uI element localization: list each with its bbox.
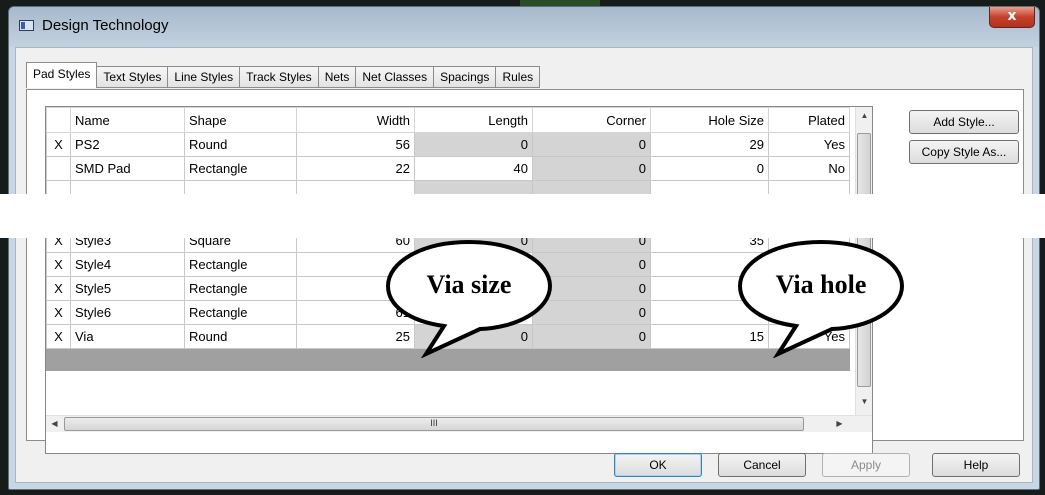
cell-name[interactable]: Style6 [70,300,185,325]
via-hole-callout: Via hole [736,238,906,359]
table-row[interactable]: SMD Pad Rectangle 22 40 0 0 No [46,156,850,181]
cell-width[interactable]: 56 [296,132,415,157]
cell-name[interactable]: SMD Pad [70,156,185,181]
apply-button[interactable]: Apply [822,453,910,477]
cell-plated[interactable]: No [768,156,850,181]
ok-button[interactable]: OK [614,453,702,477]
cell-plated[interactable]: Yes [768,132,850,157]
cell-name[interactable]: Style5 [70,276,185,301]
title-bar[interactable]: Design Technology x [9,7,1039,47]
col-name[interactable]: Name [70,107,185,133]
tab-pad-styles[interactable]: Pad Styles [26,62,98,88]
scroll-down-icon[interactable]: ▼ [856,397,872,406]
col-corner[interactable]: Corner [532,107,651,133]
col-shape[interactable]: Shape [184,107,297,133]
cell-shape[interactable]: Round [184,324,297,349]
app-icon [19,20,34,31]
scroll-left-icon[interactable]: ◀ [46,419,63,428]
scroll-up-icon[interactable]: ▲ [856,111,872,120]
col-length[interactable]: Length [414,107,533,133]
via-size-callout: Via size [384,238,554,359]
cell-corner: 0 [532,132,651,157]
tab-track-styles[interactable]: Track Styles [240,66,319,88]
copy-style-as-button[interactable]: Copy Style As... [909,140,1019,164]
delete-marker[interactable] [46,156,71,181]
cell-shape[interactable]: Rectangle [184,156,297,181]
grid-header: Name Shape Width Length Corner Hole Size… [46,107,850,133]
cell-name[interactable]: Via [70,324,185,349]
cell-hole-size[interactable]: 0 [650,156,769,181]
tab-strip: Pad Styles Text Styles Line Styles Track… [26,62,541,90]
tab-spacings[interactable]: Spacings [434,66,497,88]
tab-rules[interactable]: Rules [496,66,541,88]
tab-net-classes[interactable]: Net Classes [356,66,435,88]
via-hole-label: Via hole [775,270,867,299]
col-width[interactable]: Width [296,107,415,133]
delete-marker[interactable]: X [46,324,71,349]
delete-marker[interactable]: X [46,132,71,157]
delete-marker[interactable]: X [46,252,71,277]
tab-text-styles[interactable]: Text Styles [97,66,169,88]
col-plated[interactable]: Plated [768,107,850,133]
delete-marker[interactable]: X [46,276,71,301]
cell-name[interactable]: PS2 [70,132,185,157]
close-button[interactable]: x [989,7,1035,28]
horizontal-scroll-thumb[interactable]: III [64,417,804,431]
table-row[interactable]: X PS2 Round 56 0 0 29 Yes [46,132,850,157]
window-title: Design Technology [42,17,169,34]
add-style-button[interactable]: Add Style... [909,110,1019,134]
cell-shape[interactable]: Rectangle [184,276,297,301]
tab-line-styles[interactable]: Line Styles [168,66,241,88]
cell-shape[interactable]: Round [184,132,297,157]
tab-nets[interactable]: Nets [318,66,357,88]
help-button[interactable]: Help [932,453,1020,477]
col-hole-size[interactable]: Hole Size [650,107,769,133]
scroll-grip: III [430,418,438,428]
delete-marker[interactable]: X [46,300,71,325]
occlusion-strip [0,194,1045,238]
scroll-right-icon[interactable]: ▶ [831,419,848,428]
cell-shape[interactable]: Rectangle [184,252,297,277]
via-size-label: Via size [426,270,512,299]
cell-length: 0 [414,132,533,157]
cancel-button[interactable]: Cancel [718,453,806,477]
cell-shape[interactable]: Rectangle [184,300,297,325]
cell-corner: 0 [532,156,651,181]
cell-length[interactable]: 40 [414,156,533,181]
cell-name[interactable]: Style4 [70,252,185,277]
cell-hole-size[interactable]: 29 [650,132,769,157]
horizontal-scrollbar[interactable]: ◀ III ▶ [46,415,872,432]
cell-width[interactable]: 22 [296,156,415,181]
